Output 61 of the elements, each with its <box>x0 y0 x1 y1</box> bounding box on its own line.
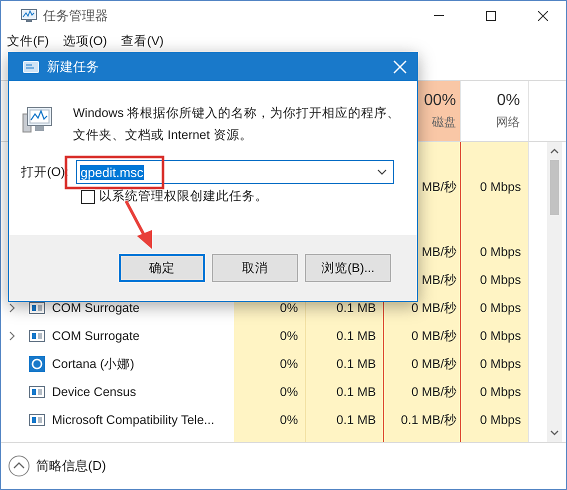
disk-value: MB/秒 <box>422 180 457 194</box>
cpu-value: 0% <box>280 301 298 315</box>
dialog-button[interactable]: 浏览(B)... <box>305 254 391 282</box>
column-header[interactable]: 0% 网络 <box>461 81 529 141</box>
disk-value: MB/秒 <box>422 272 457 286</box>
admin-checkbox[interactable] <box>81 190 95 204</box>
process-name: Cortana (小娜) <box>52 356 134 372</box>
menu-item[interactable]: 文件(F) <box>7 32 49 50</box>
disk-value: 0 MB/秒 <box>411 384 457 398</box>
network-value: 0 Mbps <box>480 273 521 287</box>
fewer-details-link[interactable]: 简略信息(D) <box>36 457 106 475</box>
menu-item[interactable]: 选项(O) <box>62 32 108 50</box>
disk-value: 0.1 MB/秒 <box>400 412 457 426</box>
network-value: 0 Mbps <box>480 301 521 315</box>
dialog-button[interactable]: 取消 <box>212 254 298 282</box>
memory-value: 0.1 MB <box>336 413 376 427</box>
service-icon <box>29 384 45 400</box>
dialog-title: 新建任务 <box>47 58 100 76</box>
scroll-up-icon[interactable] <box>550 148 559 154</box>
dialog-button[interactable]: 确定 <box>119 254 205 282</box>
run-icon <box>23 61 39 73</box>
close-icon[interactable] <box>538 10 548 20</box>
service-icon <box>29 412 45 428</box>
service-icon <box>29 328 45 344</box>
menu-item[interactable]: 查看(V) <box>121 32 164 50</box>
cortana-icon <box>29 356 45 372</box>
network-value: 0 Mbps <box>480 357 521 371</box>
disk-value: 0 MB/秒 <box>411 356 457 370</box>
scroll-thumb[interactable] <box>550 160 559 215</box>
network-value: 0 Mbps <box>480 385 521 399</box>
disk-value: 0 MB/秒 <box>411 300 457 314</box>
process-name: Device Census <box>52 385 136 399</box>
network-value: 0 Mbps <box>480 329 521 343</box>
cpu-value: 0% <box>280 413 298 427</box>
dropdown-chevron-icon[interactable] <box>376 169 387 175</box>
memory-value: 0.1 MB <box>336 301 376 315</box>
network-value: 0 Mbps <box>480 180 521 194</box>
memory-value: 0.1 MB <box>336 329 376 343</box>
open-combobox[interactable]: gpedit.msc <box>76 160 394 184</box>
disk-value: 0 MB/秒 <box>411 328 457 342</box>
expand-chevron-icon[interactable] <box>7 303 17 313</box>
expand-chevron-icon[interactable] <box>7 331 17 341</box>
process-name: COM Surrogate <box>52 329 140 343</box>
process-name: COM Surrogate <box>52 301 140 315</box>
memory-value: 0.1 MB <box>336 357 376 371</box>
memory-value: 0.1 MB <box>336 385 376 399</box>
task-manager-icon <box>21 8 37 22</box>
scrollbar[interactable] <box>547 142 562 442</box>
cpu-value: 0% <box>280 357 298 371</box>
collapse-icon[interactable] <box>8 455 30 477</box>
cpu-value: 0% <box>280 385 298 399</box>
cpu-value: 0% <box>280 329 298 343</box>
checkbox-label[interactable]: 以系统管理权限创建此任务。 <box>99 188 268 205</box>
scroll-down-icon[interactable] <box>550 430 559 436</box>
annotation-arrow <box>124 200 152 249</box>
process-name: Microsoft Compatibility Tele... <box>52 413 214 427</box>
network-value: 0 Mbps <box>480 245 521 259</box>
maximize-icon[interactable] <box>486 10 496 20</box>
disk-value: MB/秒 <box>422 244 457 258</box>
network-value: 0 Mbps <box>480 413 521 427</box>
window-title: 任务管理器 <box>43 6 109 24</box>
